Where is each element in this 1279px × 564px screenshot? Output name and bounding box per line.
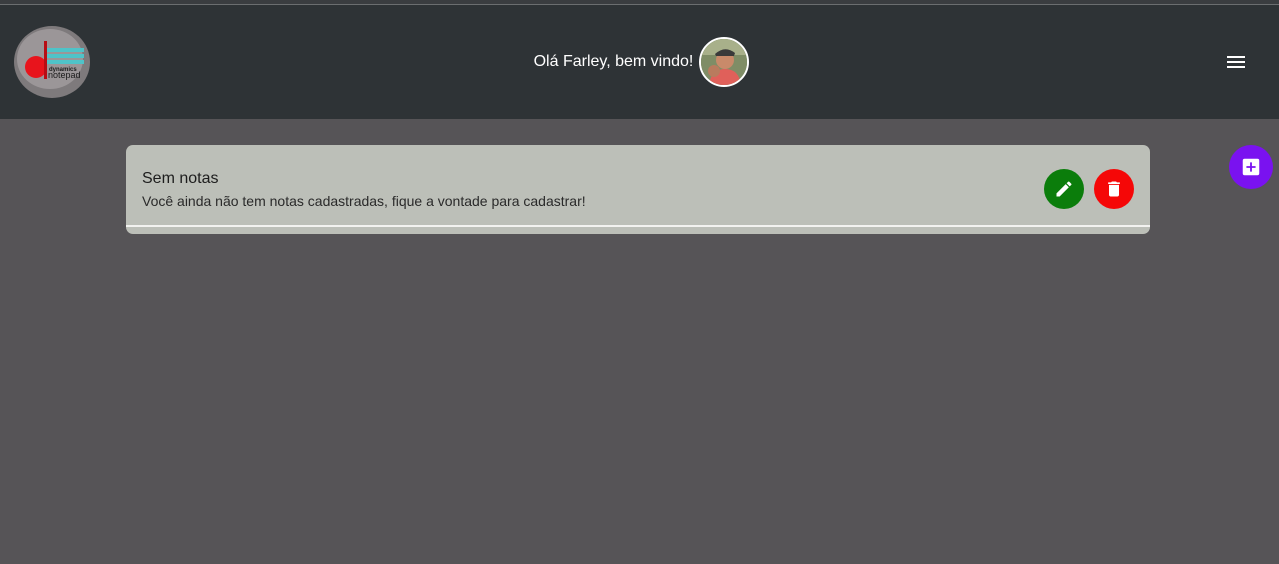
note-title: Sem notas (142, 170, 219, 187)
pencil-icon (1056, 181, 1072, 197)
user-greeting-area: Olá Farley, bem vindo! (0, 5, 1279, 119)
app-header: dynamics notepad Olá Farley, bem vindo! (0, 5, 1279, 119)
greeting-text: Olá Farley, bem vindo! (533, 53, 694, 70)
note-card: Sem notas Você ainda não tem notas cadas… (126, 145, 1150, 234)
avatar[interactable] (699, 37, 750, 87)
card-divider (126, 225, 1150, 227)
avatar-image (701, 39, 748, 85)
edit-note-button[interactable] (1044, 169, 1084, 209)
trash-icon (1108, 181, 1120, 197)
menu-icon[interactable] (1224, 50, 1248, 74)
note-description: Você ainda não tem notas cadastradas, fi… (142, 193, 586, 209)
delete-note-button[interactable] (1094, 169, 1134, 209)
add-note-button[interactable] (1229, 145, 1273, 189)
add-box-icon (1242, 158, 1260, 176)
